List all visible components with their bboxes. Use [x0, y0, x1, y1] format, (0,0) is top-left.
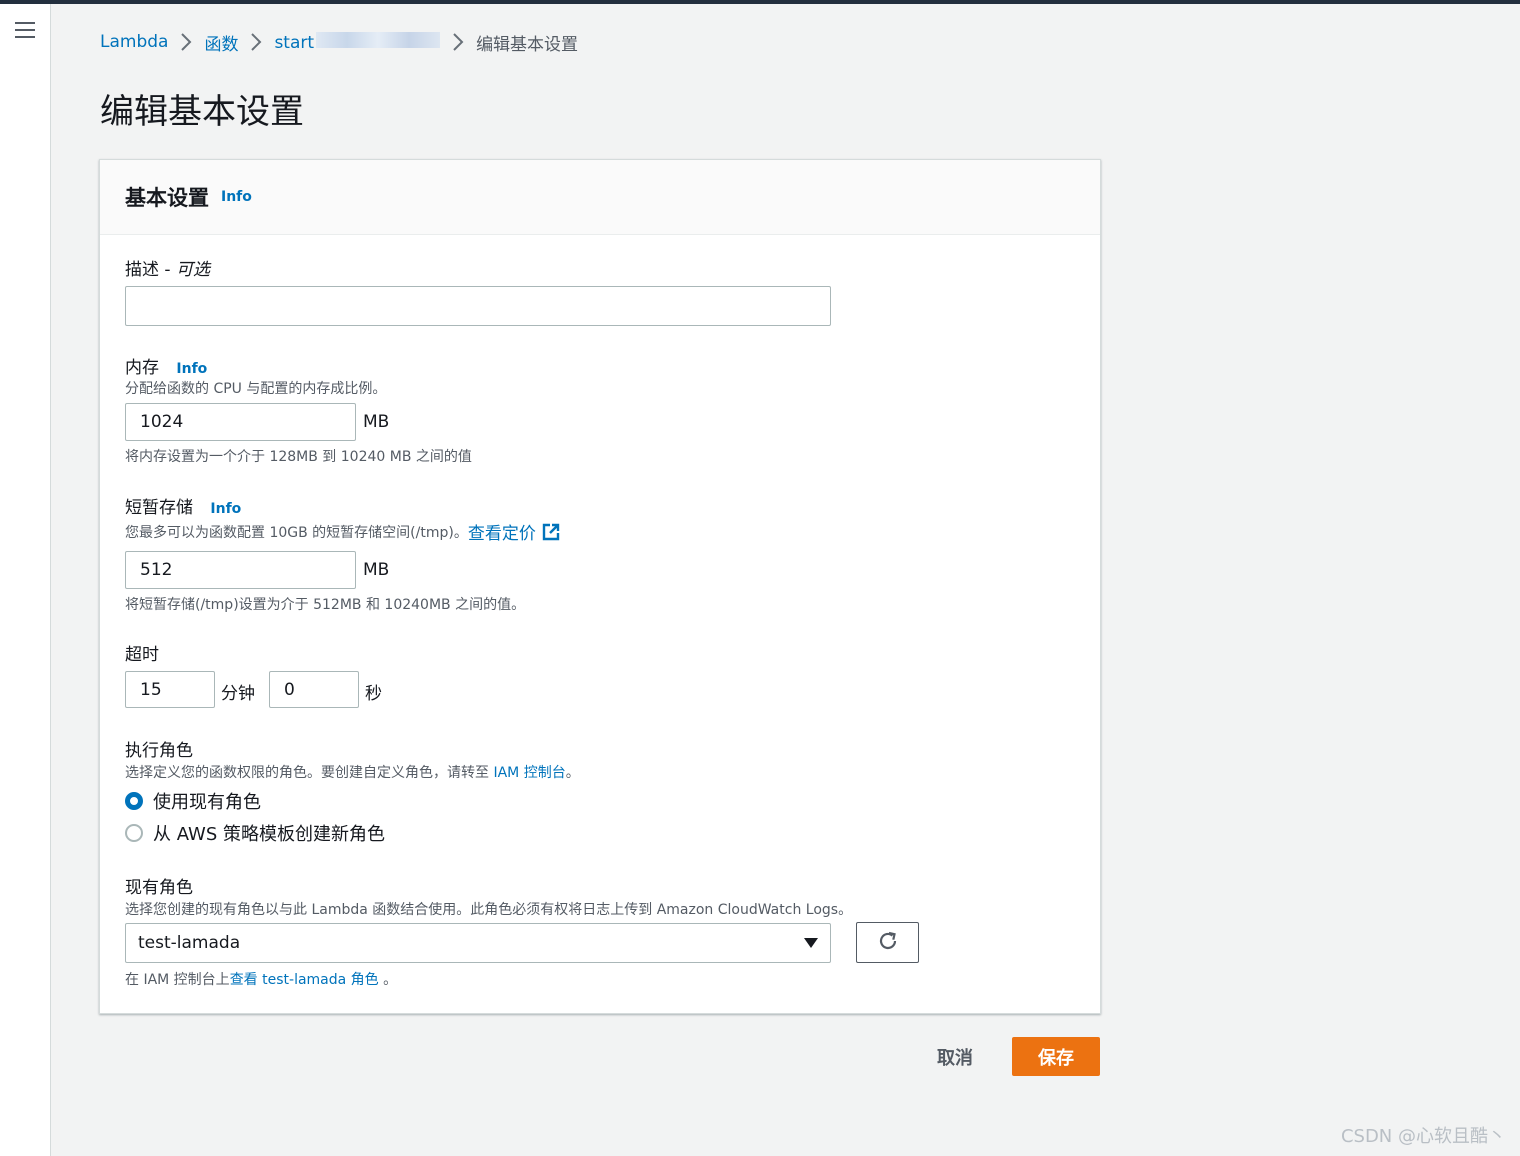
watermark: CSDN @心软且酷丶	[1340, 1126, 1506, 1147]
left-navigation	[0, 4, 51, 1156]
memory-label-text: 内存	[125, 358, 159, 378]
redacted-blur	[316, 31, 441, 48]
existing-role-footer-suffix: 。	[378, 972, 398, 988]
ephemeral-storage-description-text: 您最多可以为函数配置 10GB 的短暂存储空间(/tmp)。	[125, 524, 468, 541]
hamburger-menu-icon[interactable]	[15, 22, 35, 40]
radio-unchecked-icon	[125, 824, 143, 842]
optional-label: 可选	[175, 260, 210, 280]
memory-unit: MB	[363, 412, 390, 432]
existing-role-label: 现有角色	[125, 878, 193, 898]
chevron-right-icon	[250, 32, 262, 52]
timeout-minutes-value: 15	[140, 679, 162, 700]
ephemeral-storage-info-link[interactable]: Info	[210, 501, 241, 517]
existing-role-description: 选择您创建的现有角色以与此 Lambda 函数结合使用。此角色必须有权将日志上传…	[125, 902, 853, 918]
description-label: 描述 - 可选	[125, 255, 210, 280]
existing-role-select[interactable]: test-lamada	[125, 923, 831, 963]
page-title: 编辑基本设置	[100, 92, 304, 132]
timeout-seconds-unit: 秒	[365, 684, 382, 704]
timeout-seconds-value: 0	[284, 679, 295, 700]
caret-down-icon	[804, 938, 818, 948]
radio-use-existing-role[interactable]: 使用现有角色	[125, 788, 261, 814]
refresh-icon	[877, 930, 899, 956]
ephemeral-storage-description: 您最多可以为函数配置 10GB 的短暂存储空间(/tmp)。 查看定价	[125, 519, 560, 544]
refresh-roles-button[interactable]	[856, 922, 919, 963]
breadcrumb-current: 编辑基本设置	[476, 34, 579, 55]
timeout-seconds-input[interactable]: 0	[269, 671, 359, 708]
breadcrumb-functions[interactable]: 函数	[204, 30, 238, 55]
execution-role-label: 执行角色	[125, 741, 193, 761]
memory-input[interactable]: 1024	[125, 403, 356, 441]
view-pricing-link[interactable]: 查看定价	[468, 519, 560, 544]
radio-create-from-template[interactable]: 从 AWS 策略模板创建新角色	[125, 820, 385, 846]
ephemeral-storage-unit: MB	[363, 560, 390, 580]
save-button[interactable]: 保存	[1012, 1037, 1100, 1076]
external-link-icon	[542, 523, 560, 541]
breadcrumb-function-name-text: start	[274, 32, 315, 53]
view-pricing-label: 查看定价	[467, 524, 536, 544]
timeout-minutes-unit: 分钟	[221, 684, 255, 704]
view-role-link[interactable]: 查看 test-lamada 角色	[230, 972, 379, 988]
panel-header: 基本设置 Info	[100, 160, 1100, 235]
memory-description: 分配给函数的 CPU 与配置的内存成比例。	[125, 381, 387, 397]
memory-label: 内存 Info	[125, 353, 207, 378]
ephemeral-storage-label-text: 短暂存储	[125, 498, 193, 518]
top-bar	[0, 0, 1520, 4]
existing-role-selected: test-lamada	[138, 933, 241, 953]
memory-constraint: 将内存设置为一个介于 128MB 到 10240 MB 之间的值	[125, 449, 472, 465]
description-input[interactable]	[125, 286, 831, 326]
breadcrumb: Lambda 函数 start 编辑基本设置	[100, 29, 578, 55]
ephemeral-storage-value: 512	[140, 560, 173, 580]
memory-info-link[interactable]: Info	[176, 361, 207, 377]
description-label-text: 描述 -	[125, 260, 176, 280]
iam-console-link[interactable]: IAM 控制台	[493, 765, 565, 781]
chevron-right-icon	[452, 32, 464, 52]
breadcrumb-lambda[interactable]: Lambda	[100, 32, 168, 52]
memory-value: 1024	[140, 412, 184, 432]
ephemeral-storage-label: 短暂存储 Info	[125, 493, 241, 518]
breadcrumb-function-name[interactable]: start	[274, 31, 441, 53]
timeout-minutes-input[interactable]: 15	[125, 671, 215, 708]
execution-role-description: 选择定义您的函数权限的角色。要创建自定义角色，请转至 IAM 控制台。	[125, 762, 580, 782]
radio-create-from-template-label: 从 AWS 策略模板创建新角色	[153, 824, 385, 845]
timeout-label: 超时	[125, 645, 159, 665]
ephemeral-storage-input[interactable]: 512	[125, 551, 356, 589]
ephemeral-storage-constraint: 将短暂存储(/tmp)设置为介于 512MB 和 10240MB 之间的值。	[125, 597, 526, 613]
cancel-button[interactable]: 取消	[920, 1038, 990, 1076]
chevron-right-icon	[180, 32, 192, 52]
radio-use-existing-role-label: 使用现有角色	[153, 792, 261, 813]
existing-role-footer: 在 IAM 控制台上查看 test-lamada 角色 。	[125, 969, 397, 989]
panel-info-link[interactable]: Info	[221, 189, 252, 205]
existing-role-footer-prefix: 在 IAM 控制台上	[125, 972, 230, 988]
radio-checked-icon	[125, 792, 143, 810]
panel-title: 基本设置	[125, 186, 209, 210]
execution-role-description-end: 。	[565, 765, 580, 781]
execution-role-description-text: 选择定义您的函数权限的角色。要创建自定义角色，请转至	[125, 765, 494, 781]
